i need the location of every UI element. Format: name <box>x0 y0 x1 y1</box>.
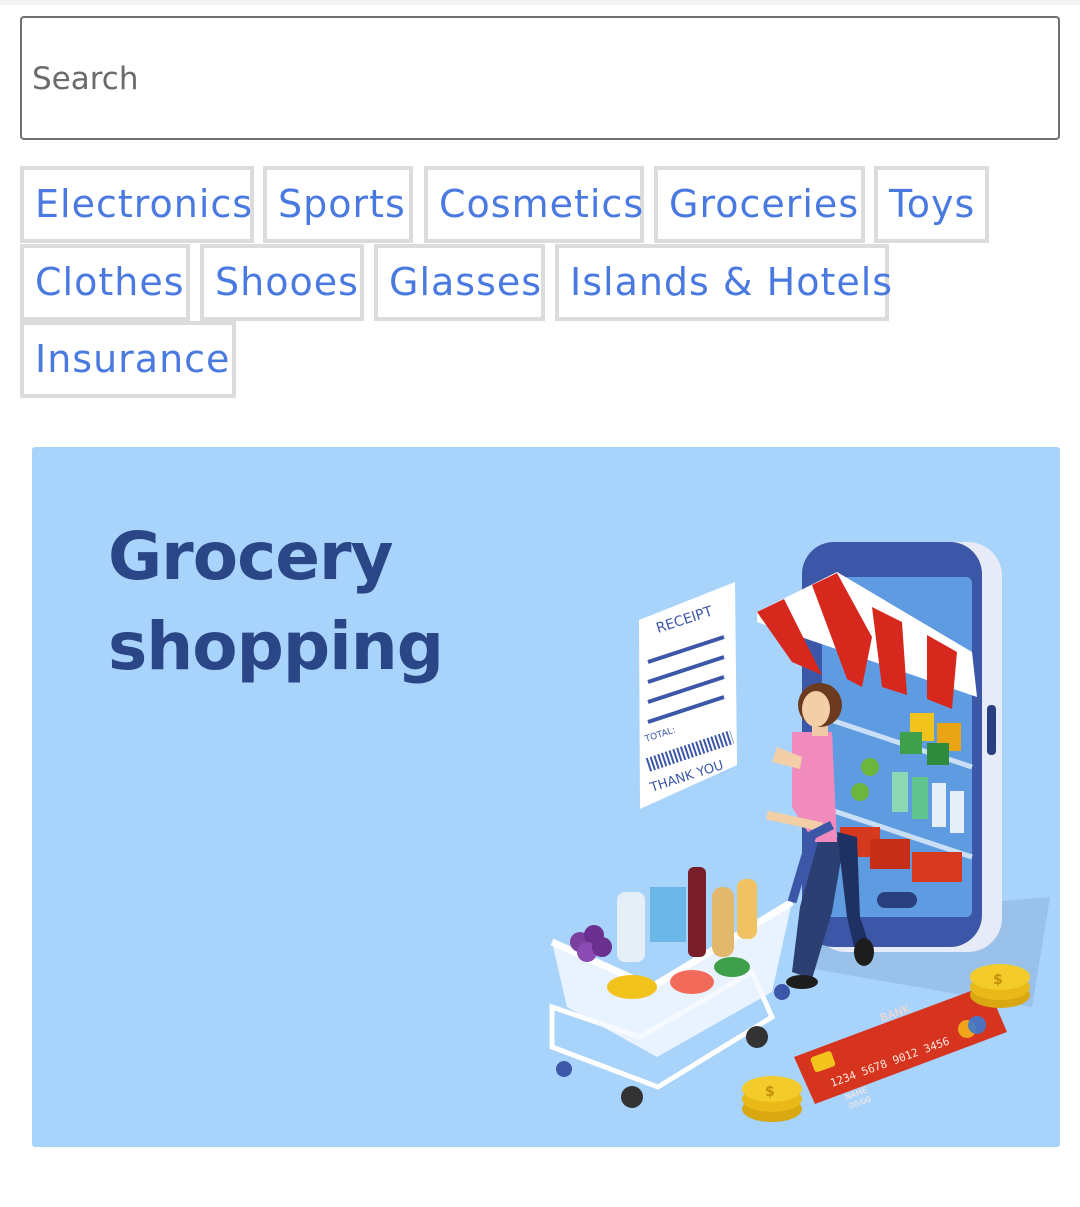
coin-stack-icon: $ <box>970 964 1030 1008</box>
promo-banner[interactable]: Grocery shopping RECEIPT TOTAL: THANK YO… <box>32 447 1060 1147</box>
category-chip-insurance[interactable]: Insurance <box>20 321 236 398</box>
coin-stack-icon: $ <box>742 1076 802 1122</box>
credit-card-icon: BANK 1234 5678 9012 3456 NAME 00/00 <box>794 985 1007 1111</box>
category-chip-toys[interactable]: Toys <box>874 166 989 243</box>
receipt-icon: RECEIPT TOTAL: THANK YOU <box>639 582 737 809</box>
category-chip-electronics[interactable]: Electronics <box>20 166 254 243</box>
category-chip-shooes[interactable]: Shooes <box>200 244 364 321</box>
category-chip-glasses[interactable]: Glasses <box>374 244 545 321</box>
svg-text:$: $ <box>993 972 1003 988</box>
category-chip-islands-hotels[interactable]: Islands & Hotels <box>555 244 892 321</box>
category-chip-sports[interactable]: Sports <box>263 166 413 243</box>
svg-text:$: $ <box>765 1084 775 1100</box>
shopping-cart-icon <box>549 820 835 1108</box>
category-chip-groceries[interactable]: Groceries <box>654 166 865 243</box>
top-edge <box>0 0 1080 5</box>
category-chip-cosmetics[interactable]: Cosmetics <box>424 166 644 243</box>
grocery-shopping-illustration: RECEIPT TOTAL: THANK YOU BANK 1234 5678 … <box>549 542 1050 1122</box>
category-chip-clothes[interactable]: Clothes <box>20 244 190 321</box>
search-input[interactable] <box>30 18 1044 140</box>
search-box[interactable] <box>20 16 1060 140</box>
